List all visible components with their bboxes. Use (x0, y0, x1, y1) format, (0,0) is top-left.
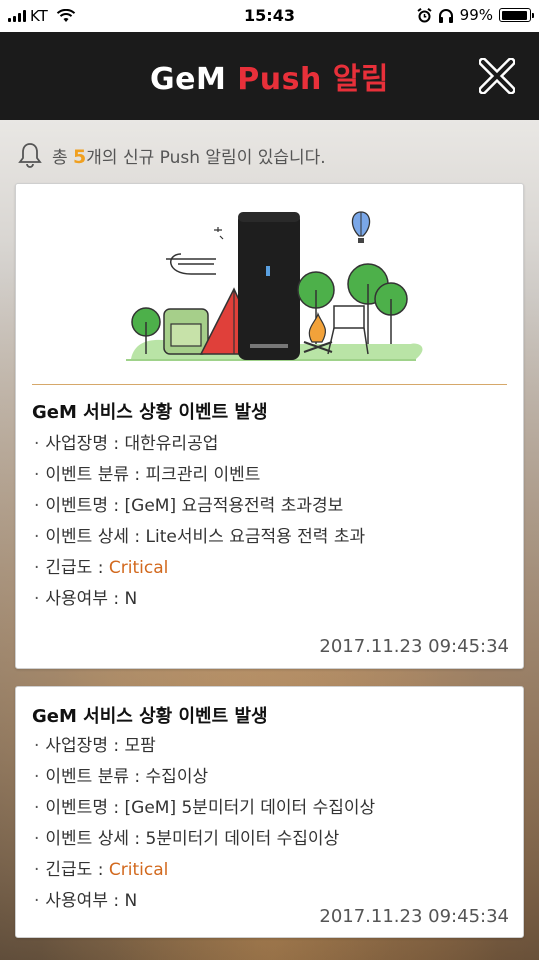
notification-card[interactable]: GeM 서비스 상황 이벤트 발생 · 사업장명 : 모팜 · 이벤트 분류 : 수… (15, 686, 524, 938)
status-right: 99% (417, 6, 534, 24)
detail-value: 모팜 (124, 736, 156, 756)
detail-label: 사용여부 : (45, 589, 125, 609)
list-item: · 이벤트 분류 : 수집이상 (34, 767, 209, 787)
detail-label: 사업장명 : (45, 434, 125, 454)
detail-value: 수집이상 (145, 767, 209, 787)
notice-prefix: 총 (52, 147, 74, 168)
urgency-value: Critical (108, 558, 169, 578)
detail-value: [GeM] 요금적용전력 초과경보 (124, 496, 344, 516)
list-item: · 이벤트 상세 : 5분미터기 데이터 수집이상 (34, 829, 340, 849)
detail-value: Lite서비스 요금적용 전력 초과 (145, 527, 366, 547)
card-detail-list: · 사업장명 : 대한유리공업 · 이벤트 분류 : 피크관리 이벤트 · 이벤트명 … (34, 429, 365, 615)
list-item: · 긴급도 : Critical (34, 558, 169, 578)
status-bar: KT 15:43 99% (0, 0, 539, 32)
card-detail-list: · 사업장명 : 모팜 · 이벤트 분류 : 수집이상 · 이벤트명 : [GeM] … (34, 731, 375, 917)
list-item: · 이벤트명 : [GeM] 요금적용전력 초과경보 (34, 496, 344, 516)
notification-card[interactable]: GeM 서비스 상황 이벤트 발생 · 사업장명 : 대한유리공업 · 이벤트 분류… (15, 183, 524, 669)
card-timestamp: 2017.11.23 09:45:34 (319, 906, 509, 927)
bell-icon (18, 143, 42, 168)
battery-percent: 99% (459, 6, 493, 24)
detail-label: 사용여부 : (45, 891, 125, 911)
detail-value: 5분미터기 데이터 수집이상 (145, 829, 340, 849)
battery-icon (499, 8, 534, 22)
detail-value: [GeM] 5분미터기 데이터 수집이상 (124, 798, 376, 818)
alarm-icon (417, 7, 432, 22)
card-timestamp: 2017.11.23 09:45:34 (319, 636, 509, 657)
header-title: GeM Push 알림 (0, 54, 539, 98)
detail-label: 이벤트 상세 : (45, 829, 146, 849)
detail-value: 피크관리 이벤트 (145, 465, 261, 485)
brand-logo: GeM (150, 62, 227, 97)
notice-count: 5 (73, 145, 87, 168)
list-item: · 이벤트 분류 : 피크관리 이벤트 (34, 465, 261, 485)
list-item: · 이벤트 상세 : Lite서비스 요금적용 전력 초과 (34, 527, 366, 547)
new-push-notice: 총 5개의 신규 Push 알림이 있습니다. (18, 142, 326, 168)
list-item: · 이벤트명 : [GeM] 5분미터기 데이터 수집이상 (34, 798, 376, 818)
detail-label: 긴급도 : (45, 558, 109, 578)
list-item: · 사업장명 : 대한유리공업 (34, 434, 219, 454)
detail-label: 이벤트 분류 : (45, 767, 146, 787)
notice-text: 총 5개의 신규 Push 알림이 있습니다. (52, 143, 326, 168)
close-icon[interactable] (479, 58, 515, 94)
detail-label: 긴급도 : (45, 860, 109, 880)
header-title-text: Push 알림 (237, 62, 389, 97)
detail-value: N (124, 891, 138, 911)
detail-label: 이벤트 상세 : (45, 527, 146, 547)
urgency-value: Critical (108, 860, 169, 880)
list-item: · 사업장명 : 모팜 (34, 736, 156, 756)
list-item: · 사용여부 : N (34, 589, 138, 609)
detail-label: 이벤트명 : (45, 798, 125, 818)
detail-value: 대한유리공업 (124, 434, 219, 454)
notice-suffix: 개의 신규 Push 알림이 있습니다. (86, 147, 326, 168)
card-divider (32, 384, 507, 385)
headphones-icon (438, 8, 453, 23)
card-title: GeM 서비스 상황 이벤트 발생 (32, 402, 268, 423)
detail-label: 사업장명 : (45, 736, 125, 756)
app-header: GeM Push 알림 (0, 32, 539, 120)
detail-label: 이벤트명 : (45, 496, 125, 516)
detail-value: N (124, 589, 138, 609)
detail-label: 이벤트 분류 : (45, 465, 146, 485)
card-title: GeM 서비스 상황 이벤트 발생 (32, 706, 268, 727)
event-illustration (126, 211, 423, 361)
list-item: · 긴급도 : Critical (34, 860, 169, 880)
